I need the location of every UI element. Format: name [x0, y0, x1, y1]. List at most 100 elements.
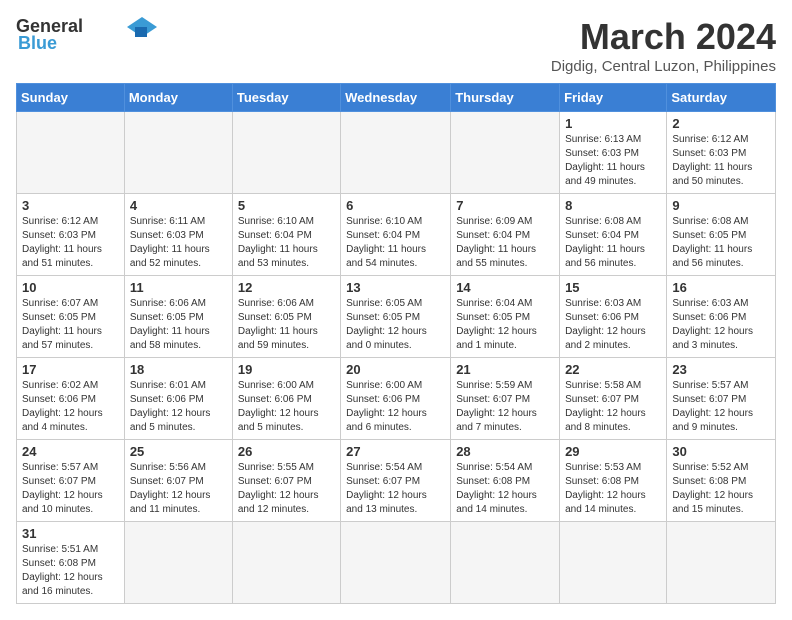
day-number: 29	[565, 444, 661, 459]
calendar-cell: 9 Sunrise: 6:08 AMSunset: 6:05 PMDaylight…	[667, 194, 776, 276]
day-info: Sunrise: 5:56 AMSunset: 6:07 PMDaylight:…	[130, 461, 227, 517]
calendar-cell	[451, 112, 560, 194]
calendar-cell: 23Sunrise: 5:57 AMSunset: 6:07 PMDayligh…	[667, 358, 776, 440]
day-info: Sunrise: 5:53 AMSunset: 6:08 PMDaylight:…	[565, 461, 661, 517]
day-number: 16	[672, 280, 770, 295]
day-number: 21	[456, 362, 554, 377]
day-info: Sunrise: 5:58 AMSunset: 6:07 PMDaylight:…	[565, 379, 661, 435]
day-info: Sunrise: 6:11 AMSunset: 6:03 PMDaylight:…	[130, 215, 227, 271]
calendar-cell: 30 Sunrise: 5:52 AMSunset: 6:08 PMDayligh…	[667, 440, 776, 522]
header: General Blue March 2024 Digdig, Central …	[16, 16, 776, 75]
day-info: Sunrise: 5:54 AMSunset: 6:07 PMDaylight:…	[346, 461, 445, 517]
week-row-5: 24 Sunrise: 5:57 AMSunset: 6:07 PMDayligh…	[17, 440, 776, 522]
day-number: 4	[130, 198, 227, 213]
day-info: Sunrise: 6:00 AMSunset: 6:06 PMDaylight:…	[238, 379, 335, 435]
day-number: 6	[346, 198, 445, 213]
day-number: 26	[238, 444, 335, 459]
day-info: Sunrise: 5:51 AMSunset: 6:08 PMDaylight:…	[22, 543, 119, 599]
calendar-cell: 20 Sunrise: 6:00 AMSunset: 6:06 PMDayligh…	[341, 358, 451, 440]
day-number: 9	[672, 198, 770, 213]
day-info: Sunrise: 6:03 AMSunset: 6:06 PMDaylight:…	[565, 297, 661, 353]
calendar-cell: 6 Sunrise: 6:10 AMSunset: 6:04 PMDaylight…	[341, 194, 451, 276]
day-number: 20	[346, 362, 445, 377]
day-info: Sunrise: 6:10 AMSunset: 6:04 PMDaylight:…	[346, 215, 445, 271]
day-number: 19	[238, 362, 335, 377]
weekday-header-monday: Monday	[124, 84, 232, 112]
calendar-cell: 13Sunrise: 6:05 AMSunset: 6:05 PMDayligh…	[341, 276, 451, 358]
calendar-cell	[667, 522, 776, 604]
day-number: 22	[565, 362, 661, 377]
day-number: 31	[22, 526, 119, 541]
calendar-cell: 31 Sunrise: 5:51 AMSunset: 6:08 PMDayligh…	[17, 522, 125, 604]
day-number: 7	[456, 198, 554, 213]
day-number: 10	[22, 280, 119, 295]
week-row-1: 1 Sunrise: 6:13 AMSunset: 6:03 PMDaylight…	[17, 112, 776, 194]
calendar-cell: 1 Sunrise: 6:13 AMSunset: 6:03 PMDaylight…	[560, 112, 667, 194]
day-number: 8	[565, 198, 661, 213]
calendar-cell: 12 Sunrise: 6:06 AMSunset: 6:05 PMDayligh…	[232, 276, 340, 358]
calendar-cell: 8 Sunrise: 6:08 AMSunset: 6:04 PMDaylight…	[560, 194, 667, 276]
day-info: Sunrise: 6:06 AMSunset: 6:05 PMDaylight:…	[130, 297, 227, 353]
calendar-cell: 25 Sunrise: 5:56 AMSunset: 6:07 PMDayligh…	[124, 440, 232, 522]
day-info: Sunrise: 6:08 AMSunset: 6:05 PMDaylight:…	[672, 215, 770, 271]
day-info: Sunrise: 5:57 AMSunset: 6:07 PMDaylight:…	[22, 461, 119, 517]
day-info: Sunrise: 6:04 AMSunset: 6:05 PMDaylight:…	[456, 297, 554, 353]
day-info: Sunrise: 6:10 AMSunset: 6:04 PMDaylight:…	[238, 215, 335, 271]
calendar-cell	[124, 112, 232, 194]
calendar-cell	[341, 112, 451, 194]
calendar-cell: 5 Sunrise: 6:10 AMSunset: 6:04 PMDaylight…	[232, 194, 340, 276]
logo: General Blue	[16, 16, 157, 54]
day-number: 12	[238, 280, 335, 295]
day-number: 1	[565, 116, 661, 131]
calendar-cell: 28Sunrise: 5:54 AMSunset: 6:08 PMDayligh…	[451, 440, 560, 522]
day-number: 2	[672, 116, 770, 131]
calendar-cell: 24 Sunrise: 5:57 AMSunset: 6:07 PMDayligh…	[17, 440, 125, 522]
day-number: 30	[672, 444, 770, 459]
calendar-cell	[232, 522, 340, 604]
day-info: Sunrise: 6:06 AMSunset: 6:05 PMDaylight:…	[238, 297, 335, 353]
day-info: Sunrise: 6:00 AMSunset: 6:06 PMDaylight:…	[346, 379, 445, 435]
day-info: Sunrise: 5:52 AMSunset: 6:08 PMDaylight:…	[672, 461, 770, 517]
calendar-cell: 22 Sunrise: 5:58 AMSunset: 6:07 PMDayligh…	[560, 358, 667, 440]
calendar-cell: 15 Sunrise: 6:03 AMSunset: 6:06 PMDayligh…	[560, 276, 667, 358]
week-row-4: 17Sunrise: 6:02 AMSunset: 6:06 PMDayligh…	[17, 358, 776, 440]
calendar-cell: 3Sunrise: 6:12 AMSunset: 6:03 PMDaylight…	[17, 194, 125, 276]
calendar-cell: 16 Sunrise: 6:03 AMSunset: 6:06 PMDayligh…	[667, 276, 776, 358]
calendar-cell: 26 Sunrise: 5:55 AMSunset: 6:07 PMDayligh…	[232, 440, 340, 522]
logo-blue-text: Blue	[18, 33, 57, 54]
calendar-cell: 17Sunrise: 6:02 AMSunset: 6:06 PMDayligh…	[17, 358, 125, 440]
weekday-header-saturday: Saturday	[667, 84, 776, 112]
calendar-cell: 27Sunrise: 5:54 AMSunset: 6:07 PMDayligh…	[341, 440, 451, 522]
day-number: 25	[130, 444, 227, 459]
day-info: Sunrise: 6:08 AMSunset: 6:04 PMDaylight:…	[565, 215, 661, 271]
day-info: Sunrise: 6:12 AMSunset: 6:03 PMDaylight:…	[22, 215, 119, 271]
week-row-6: 31 Sunrise: 5:51 AMSunset: 6:08 PMDayligh…	[17, 522, 776, 604]
title-area: March 2024 Digdig, Central Luzon, Philip…	[551, 16, 776, 75]
calendar-cell: 29 Sunrise: 5:53 AMSunset: 6:08 PMDayligh…	[560, 440, 667, 522]
location-title: Digdig, Central Luzon, Philippines	[551, 58, 776, 75]
calendar-cell	[17, 112, 125, 194]
day-info: Sunrise: 6:03 AMSunset: 6:06 PMDaylight:…	[672, 297, 770, 353]
weekday-header-friday: Friday	[560, 84, 667, 112]
week-row-2: 3Sunrise: 6:12 AMSunset: 6:03 PMDaylight…	[17, 194, 776, 276]
calendar-cell: 11Sunrise: 6:06 AMSunset: 6:05 PMDayligh…	[124, 276, 232, 358]
day-number: 17	[22, 362, 119, 377]
day-info: Sunrise: 6:12 AMSunset: 6:03 PMDaylight:…	[672, 133, 770, 189]
day-number: 18	[130, 362, 227, 377]
day-number: 14	[456, 280, 554, 295]
day-number: 24	[22, 444, 119, 459]
calendar-cell: 19 Sunrise: 6:00 AMSunset: 6:06 PMDayligh…	[232, 358, 340, 440]
day-number: 15	[565, 280, 661, 295]
calendar-cell: 21Sunrise: 5:59 AMSunset: 6:07 PMDayligh…	[451, 358, 560, 440]
day-number: 5	[238, 198, 335, 213]
calendar-cell: 2 Sunrise: 6:12 AMSunset: 6:03 PMDaylight…	[667, 112, 776, 194]
weekday-header-tuesday: Tuesday	[232, 84, 340, 112]
weekday-header-wednesday: Wednesday	[341, 84, 451, 112]
weekday-header-row: SundayMondayTuesdayWednesdayThursdayFrid…	[17, 84, 776, 112]
day-info: Sunrise: 5:55 AMSunset: 6:07 PMDaylight:…	[238, 461, 335, 517]
day-info: Sunrise: 6:09 AMSunset: 6:04 PMDaylight:…	[456, 215, 554, 271]
calendar-cell	[451, 522, 560, 604]
day-info: Sunrise: 6:07 AMSunset: 6:05 PMDaylight:…	[22, 297, 119, 353]
day-info: Sunrise: 6:13 AMSunset: 6:03 PMDaylight:…	[565, 133, 661, 189]
logo-blue-icon	[127, 17, 157, 37]
